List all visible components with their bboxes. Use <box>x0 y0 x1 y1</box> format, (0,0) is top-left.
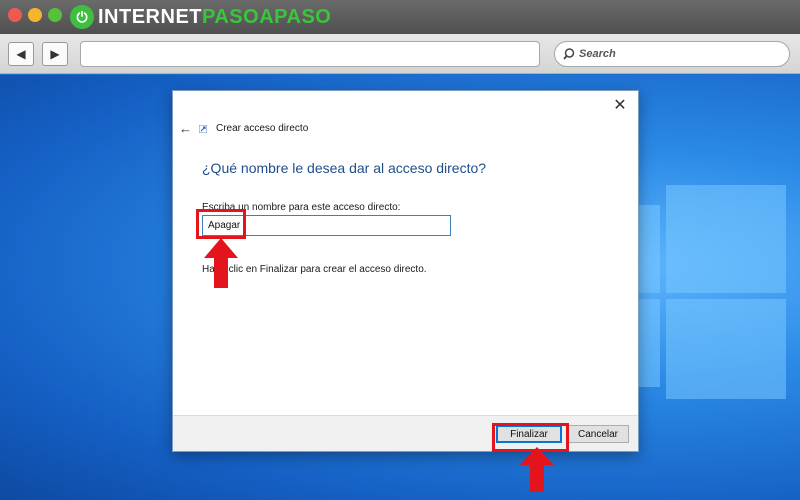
dialog-title: Crear acceso directo <box>216 123 309 134</box>
browser-toolbar: ◀ ▶ Search <box>0 34 800 74</box>
power-icon: ⏻ <box>70 5 94 29</box>
create-shortcut-dialog: ✕ ← Crear acceso directo ¿Qué nombre le … <box>172 90 639 452</box>
chevron-right-icon: ▶ <box>50 47 60 61</box>
shortcut-icon <box>199 125 207 133</box>
arrow-up-icon-finish <box>520 447 554 492</box>
page-heading: ¿Qué nombre le desea dar al acceso direc… <box>202 160 487 176</box>
arrow-left-icon[interactable]: ← <box>179 121 192 136</box>
search-placeholder: Search <box>579 48 616 60</box>
highlight-box-name-input <box>196 209 246 239</box>
arrow-up-icon <box>204 238 238 288</box>
search-input[interactable]: Search <box>554 41 790 67</box>
address-bar[interactable] <box>80 41 540 67</box>
search-icon <box>563 48 575 60</box>
maximize-window-button[interactable] <box>48 8 62 22</box>
site-logo: ⏻ INTERNETPASOAPASO <box>70 5 331 29</box>
forward-button[interactable]: ▶ <box>42 42 68 66</box>
close-window-button[interactable] <box>8 8 22 22</box>
browser-titlebar: ⏻ INTERNETPASOAPASO <box>0 0 800 34</box>
cancel-button[interactable]: Cancelar <box>567 425 629 443</box>
logo-text: INTERNETPASOAPASO <box>98 5 332 28</box>
minimize-window-button[interactable] <box>28 8 42 22</box>
chevron-left-icon: ◀ <box>16 47 26 61</box>
close-icon[interactable]: ✕ <box>610 95 630 115</box>
back-button[interactable]: ◀ <box>8 42 34 66</box>
